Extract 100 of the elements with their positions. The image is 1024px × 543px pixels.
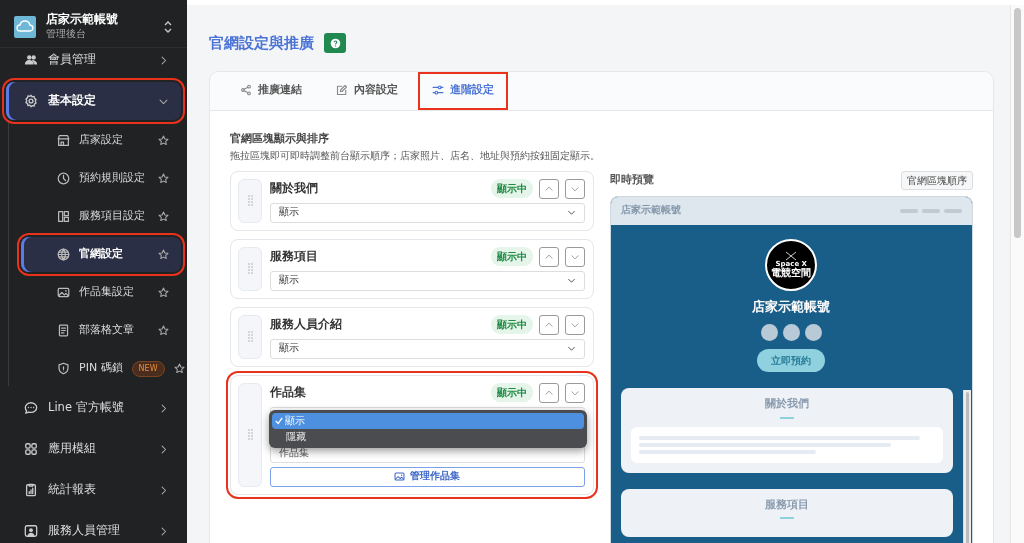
- chat-bubble-icon: [24, 401, 38, 415]
- visibility-select[interactable]: 顯示: [270, 270, 585, 291]
- status-badge: 顯示中: [490, 179, 533, 198]
- sidebar-item[interactable]: 應用模組: [6, 430, 181, 468]
- sidebar-item[interactable]: 服務人員管理: [6, 512, 181, 543]
- sidebar-subitem-label: 店家設定: [79, 132, 123, 149]
- clipboard-chart-icon: [24, 483, 38, 497]
- block-title: 關於我們: [270, 179, 318, 197]
- visibility-select[interactable]: 顯示: [270, 338, 585, 359]
- share-icon: [240, 84, 252, 96]
- sidebar-subitem-label: 服務項目設定: [79, 208, 145, 225]
- move-down-button[interactable]: [564, 178, 585, 199]
- sidebar-subitem[interactable]: PIN 碼鎖 NEW: [21, 351, 181, 386]
- move-up-button[interactable]: [538, 382, 559, 403]
- drag-handle[interactable]: [238, 382, 262, 487]
- dropdown-option[interactable]: 隱藏: [272, 428, 584, 445]
- drag-handle[interactable]: [238, 246, 262, 291]
- sidebar-item[interactable]: 會員管理: [6, 48, 181, 79]
- sidebar-subitem[interactable]: 服務項目設定: [21, 199, 181, 234]
- tab[interactable]: 內容設定: [322, 72, 412, 110]
- move-up-button[interactable]: [538, 246, 559, 267]
- sidebar-subitem[interactable]: 作品集設定: [21, 275, 181, 310]
- select-value: 顯示: [279, 205, 299, 220]
- sidebar-item[interactable]: Line 官方帳號: [6, 389, 181, 427]
- status-badge: 顯示中: [490, 315, 533, 334]
- layout-icon: [57, 210, 70, 223]
- block-title: 作品集: [270, 383, 306, 401]
- store-name: 店家示範帳號: [752, 297, 831, 316]
- preview-header-title: 店家示範帳號: [620, 203, 681, 218]
- clock-icon: [57, 172, 70, 185]
- social-circle: [760, 324, 778, 341]
- social-circle: [782, 324, 800, 341]
- edit-icon: [336, 84, 348, 96]
- person-card-icon: [24, 524, 38, 538]
- select-value: 顯示: [279, 273, 299, 288]
- select-value: 顯示: [279, 341, 299, 356]
- chevron-down-icon: [566, 208, 576, 217]
- sliders-icon: [432, 84, 444, 96]
- grip-dots-icon: [247, 330, 253, 343]
- storefront-icon: [57, 134, 70, 147]
- brand-logo: [14, 15, 36, 38]
- section-description: 拖拉區塊即可即時調整前台顯示順序；店家照片、店名、地址與預約按鈕固定顯示。: [230, 148, 601, 163]
- tab[interactable]: 推廣連結: [226, 72, 316, 110]
- people-icon: [24, 53, 38, 67]
- block-order-button[interactable]: 官網區塊順序: [901, 170, 973, 190]
- title-underline: [779, 416, 794, 419]
- scrollbar[interactable]: [1010, 5, 1024, 543]
- move-up-button[interactable]: [538, 178, 559, 199]
- sidebar-subitem-label: 預約規則設定: [79, 170, 145, 187]
- social-circle: [804, 324, 822, 341]
- brand-subtitle: 管理後台: [46, 27, 87, 42]
- star-icon: [158, 249, 169, 260]
- block-title: 服務項目: [270, 247, 318, 265]
- sidebar-subitem-label: 作品集設定: [79, 284, 134, 301]
- star-icon: [158, 211, 169, 222]
- move-up-button[interactable]: [538, 314, 559, 335]
- question-icon: [329, 37, 341, 49]
- shield-icon: [57, 362, 70, 375]
- sidebar-item[interactable]: 統計報表: [6, 471, 181, 509]
- drag-handle[interactable]: [238, 314, 262, 359]
- preview-section-title: 服務項目: [763, 496, 810, 513]
- star-icon: [158, 173, 169, 184]
- menu-dashes-icon: [900, 208, 962, 213]
- visibility-select[interactable]: 顯示: [270, 202, 585, 223]
- status-badge: 顯示中: [490, 383, 533, 402]
- sidebar-subitem-label: 官網設定: [79, 246, 123, 263]
- sidebar-subitem-label: PIN 碼鎖: [79, 360, 123, 377]
- move-down-button[interactable]: [564, 382, 585, 403]
- new-badge: NEW: [131, 360, 165, 377]
- globe-icon: [57, 248, 70, 261]
- grip-dots-icon: [247, 428, 253, 441]
- chevron-down-icon: [566, 344, 576, 353]
- grip-dots-icon: [247, 194, 253, 207]
- help-button[interactable]: [324, 33, 346, 53]
- tab[interactable]: 進階設定: [418, 72, 508, 110]
- chevron-down-icon: [566, 276, 576, 285]
- drag-handle[interactable]: [238, 178, 262, 223]
- updown-icon: [163, 20, 173, 33]
- checkmark-icon: [275, 416, 283, 425]
- star-icon: [158, 287, 169, 298]
- star-icon: [158, 325, 169, 336]
- preview-section-title: 關於我們: [763, 396, 810, 412]
- title-underline: [779, 517, 794, 519]
- sidebar-subitem[interactable]: 預約規則設定: [21, 161, 181, 196]
- star-icon: [173, 363, 185, 374]
- status-badge: 顯示中: [490, 247, 533, 266]
- preview-heading: 即時預覽: [609, 172, 654, 188]
- grid-icon: [24, 442, 38, 456]
- logo-text: 電競空間: [771, 267, 812, 279]
- page-title: 官網設定與推廣: [209, 34, 314, 52]
- sidebar-subitem[interactable]: 店家設定: [21, 123, 181, 158]
- scrollbar[interactable]: [963, 389, 971, 543]
- image-icon: [394, 471, 406, 482]
- sidebar-subitem[interactable]: 部落格文章: [21, 313, 181, 348]
- section-title: 官網區塊顯示與排序: [230, 131, 330, 147]
- move-down-button[interactable]: [564, 314, 585, 335]
- x-mark-icon: [785, 250, 798, 261]
- manage-button[interactable]: 管理作品集: [270, 466, 585, 487]
- sidebar-subitem-label: 部落格文章: [79, 322, 134, 339]
- move-down-button[interactable]: [564, 246, 585, 267]
